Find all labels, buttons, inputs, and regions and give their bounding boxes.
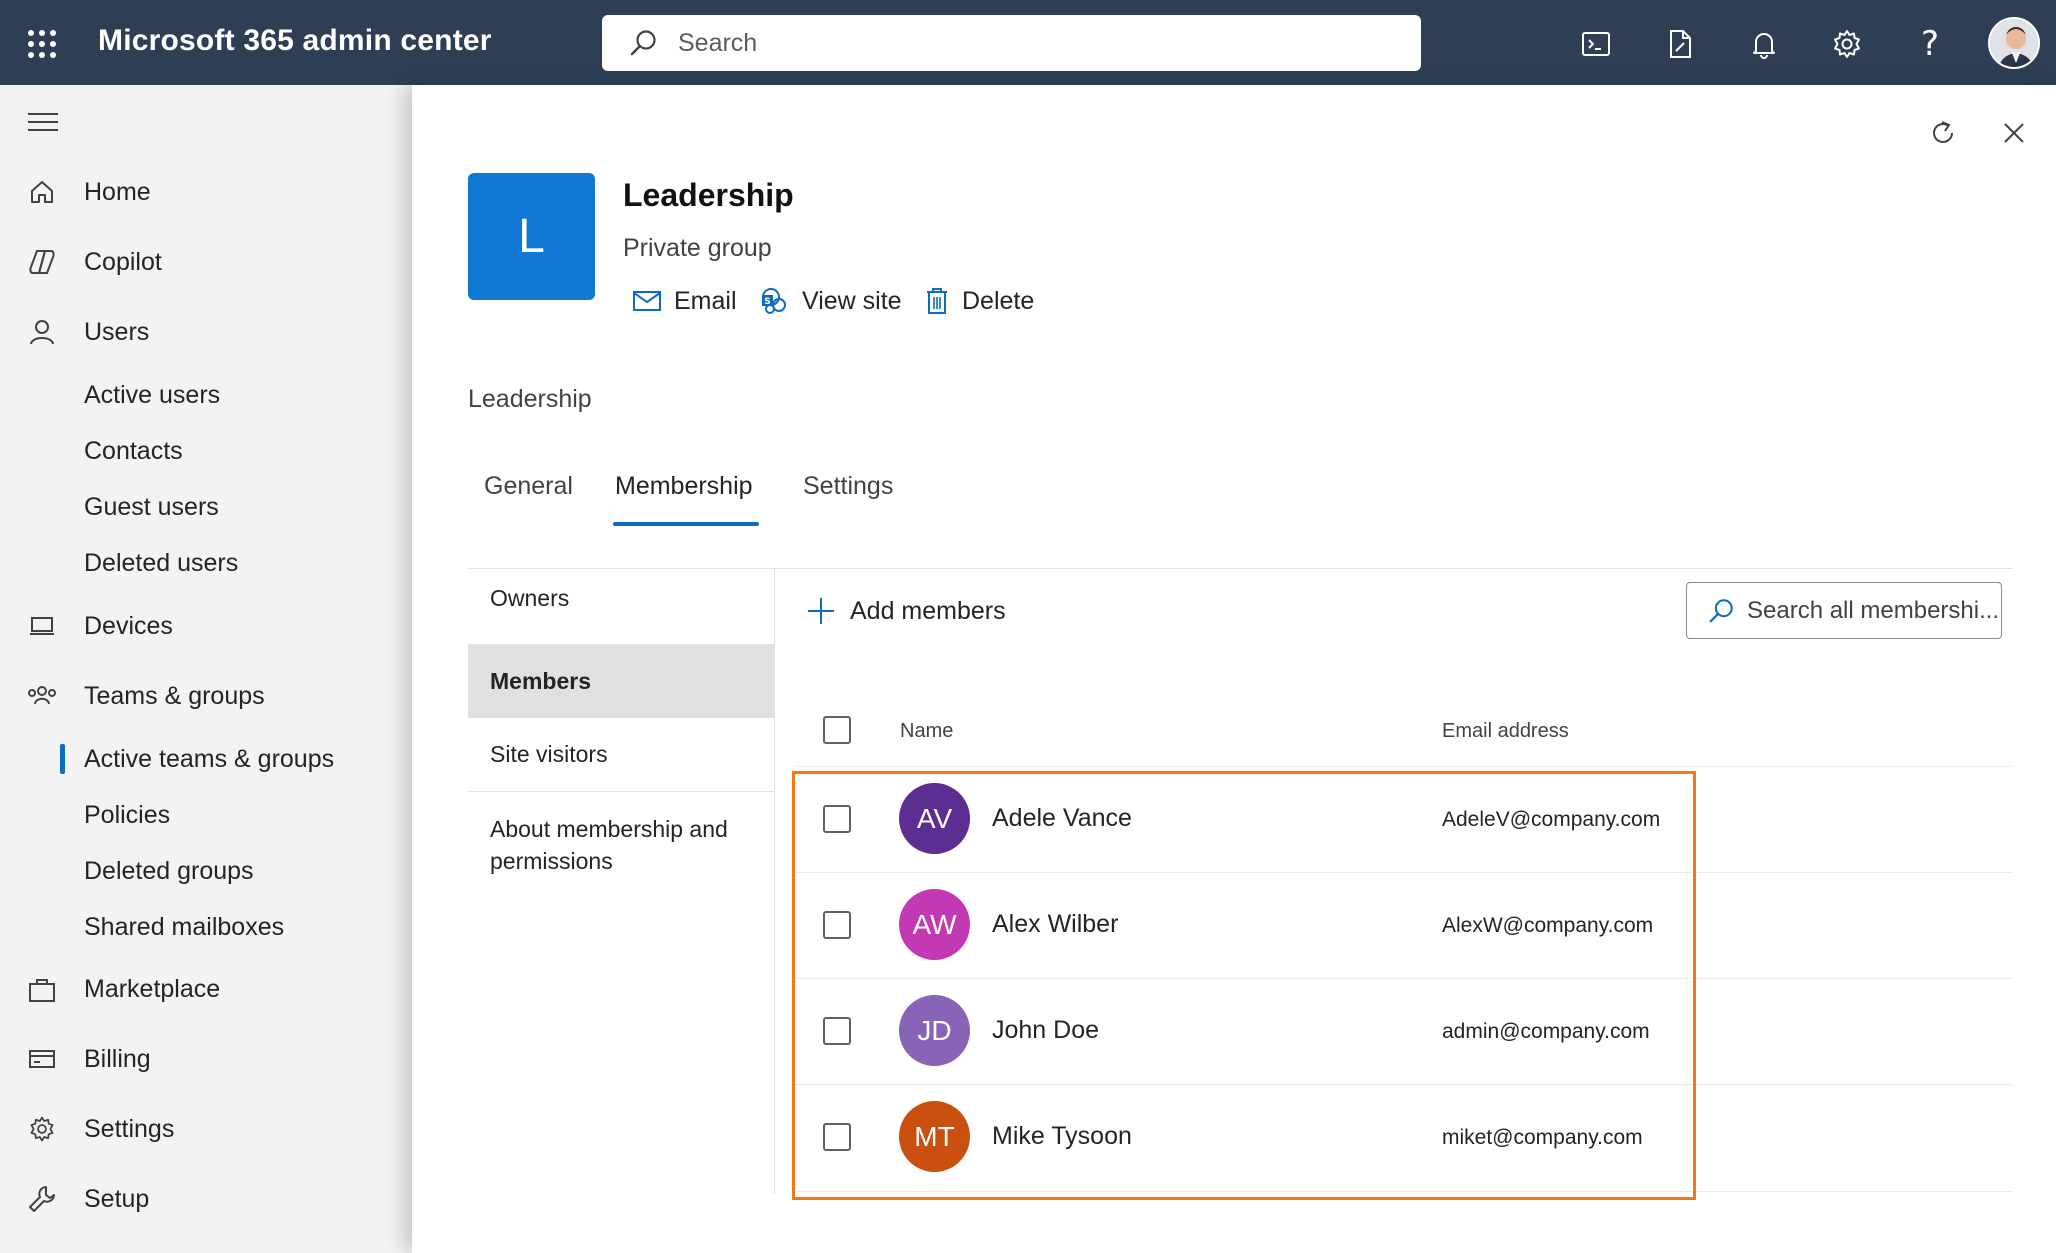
nav-item-contacts[interactable]: Contacts <box>0 423 412 479</box>
delete-action-button[interactable]: Delete <box>924 281 1034 321</box>
subnav-site-visitors[interactable]: Site visitors <box>468 718 774 791</box>
nav-label: Teams & groups <box>84 681 265 710</box>
nav-label: Marketplace <box>84 974 221 1003</box>
tab-membership[interactable]: Membership <box>615 472 753 501</box>
nav-label: Policies <box>84 800 171 829</box>
nav-item-marketplace[interactable]: Marketplace <box>0 961 412 1017</box>
nav-label: Active teams & groups <box>84 744 335 773</box>
refresh-icon[interactable] <box>1921 111 1965 155</box>
nav-label: Guest users <box>84 492 219 521</box>
nav-item-settings[interactable]: Settings <box>0 1101 412 1157</box>
document-edit-icon[interactable] <box>1660 24 1700 64</box>
nav-label: Contacts <box>84 436 183 465</box>
group-avatar: L <box>468 173 595 300</box>
subnav-owners[interactable]: Owners <box>468 569 774 628</box>
search-icon <box>1709 598 1733 622</box>
help-icon[interactable]: ? <box>1910 24 1950 64</box>
view-site-action-button[interactable]: S View site <box>758 281 902 321</box>
app-title[interactable]: Microsoft 365 admin center <box>98 24 492 58</box>
search-icon <box>630 30 656 56</box>
nav-item-home[interactable]: Home <box>0 164 412 220</box>
row-divider <box>795 766 2013 767</box>
terminal-icon[interactable] <box>1576 24 1616 64</box>
column-header-email[interactable]: Email address <box>1442 720 1569 743</box>
copilot-icon <box>26 246 58 278</box>
subnav-separator <box>774 569 775 1194</box>
nav-label: Active users <box>84 380 221 409</box>
subnav-divider <box>468 791 774 792</box>
nav-label: Deleted users <box>84 548 239 577</box>
nav-label: Devices <box>84 611 173 640</box>
gear-icon[interactable] <box>1827 24 1867 64</box>
members-highlight-box <box>792 771 1696 1200</box>
close-icon[interactable] <box>1992 111 2036 155</box>
nav-item-deleted-groups[interactable]: Deleted groups <box>0 843 412 899</box>
devices-icon <box>26 610 58 642</box>
people-team-icon <box>26 680 58 712</box>
home-icon <box>26 176 58 208</box>
search-placeholder: Search <box>678 28 758 57</box>
nav-item-shared-mailboxes[interactable]: Shared mailboxes <box>0 899 412 955</box>
nav-item-teams-groups[interactable]: Teams & groups <box>0 668 412 724</box>
subnav-members[interactable]: Members <box>468 644 774 718</box>
mail-icon <box>633 291 661 311</box>
selected-indicator <box>60 744 65 774</box>
nav-item-users[interactable]: Users <box>0 304 412 360</box>
nav-label: Home <box>84 177 151 206</box>
nav-item-policies[interactable]: Policies <box>0 787 412 843</box>
search-members-input[interactable]: Search all membershi... <box>1686 582 2002 639</box>
subnav-about-membership[interactable]: About membership and permissions <box>468 813 774 877</box>
breadcrumb: Leadership <box>468 385 592 413</box>
global-search-input[interactable]: Search <box>602 15 1421 71</box>
wrench-icon <box>26 1183 58 1215</box>
view-site-action-label: View site <box>802 286 902 315</box>
email-action-button[interactable]: Email <box>632 281 737 321</box>
nav-item-billing[interactable]: Billing <box>0 1031 412 1087</box>
nav-item-devices[interactable]: Devices <box>0 598 412 654</box>
search-members-placeholder: Search all membershi... <box>1747 596 2000 624</box>
sharepoint-icon: S <box>762 288 786 314</box>
nav-label: Users <box>84 317 150 346</box>
group-details-panel: L Leadership Private group Email S View … <box>412 85 2056 1253</box>
bag-icon <box>26 973 58 1005</box>
select-all-checkbox[interactable] <box>823 716 851 744</box>
add-members-button[interactable]: Add members <box>806 591 1006 631</box>
add-members-label: Add members <box>850 596 1006 625</box>
svg-text:S: S <box>764 297 770 307</box>
person-icon <box>26 316 58 348</box>
nav-item-active-users[interactable]: Active users <box>0 367 412 423</box>
gear-icon <box>26 1113 58 1145</box>
nav-label: Copilot <box>84 247 162 276</box>
tab-settings[interactable]: Settings <box>803 472 893 501</box>
nav-item-guest-users[interactable]: Guest users <box>0 479 412 535</box>
plus-icon <box>808 598 834 624</box>
nav-label: Billing <box>84 1044 151 1073</box>
left-navigation: Home Copilot Users Active users Contacts… <box>0 85 412 1253</box>
nav-item-copilot[interactable]: Copilot <box>0 234 412 290</box>
trash-icon <box>927 288 947 314</box>
user-avatar[interactable] <box>1988 17 2040 69</box>
nav-item-setup[interactable]: Setup <box>0 1171 412 1227</box>
tab-general[interactable]: General <box>484 472 573 501</box>
email-action-label: Email <box>674 286 737 315</box>
hamburger-menu-icon[interactable] <box>28 113 58 135</box>
nav-label: Settings <box>84 1114 175 1143</box>
column-header-name[interactable]: Name <box>900 720 953 743</box>
delete-action-label: Delete <box>962 286 1035 315</box>
nav-item-active-teams-groups[interactable]: Active teams & groups <box>0 731 412 787</box>
group-type: Private group <box>623 234 772 262</box>
nav-item-deleted-users[interactable]: Deleted users <box>0 535 412 591</box>
nav-label: Deleted groups <box>84 856 254 885</box>
nav-label: Shared mailboxes <box>84 912 285 941</box>
credit-card-icon <box>26 1043 58 1075</box>
tab-active-indicator <box>613 522 759 526</box>
group-name: Leadership <box>623 177 794 213</box>
bell-icon[interactable] <box>1744 24 1784 64</box>
nav-label: Setup <box>84 1184 150 1213</box>
waffle-icon[interactable] <box>28 30 56 58</box>
top-bar: Microsoft 365 admin center Search ? <box>0 0 2056 85</box>
